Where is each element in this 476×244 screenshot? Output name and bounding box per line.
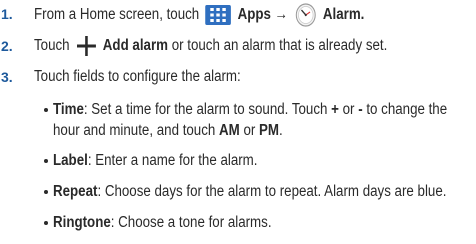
- bullet-term: Repeat: [53, 183, 98, 200]
- step-text-continued: or touch an alarm that is already set.: [171, 37, 388, 55]
- step-text: Touch fields to configure the alarm:: [34, 68, 241, 85]
- step-text: Touch: [34, 37, 70, 55]
- plus-icon: [76, 36, 96, 56]
- bullet-term: Label: [53, 152, 88, 169]
- step-number: 1.: [1, 6, 13, 22]
- apps-label: Apps: [237, 6, 271, 24]
- arrow-symbol: →: [274, 6, 288, 24]
- bullet-dot: [44, 190, 48, 194]
- bullet-term: Ringtone: [53, 214, 111, 231]
- alarm-label: Alarm.: [322, 6, 365, 24]
- clock-icon: [295, 3, 316, 27]
- bullet-dot: [44, 221, 48, 225]
- bullet-dot: [44, 108, 48, 112]
- add-alarm-label: Add alarm: [102, 37, 168, 55]
- bullet-dot: [44, 159, 48, 163]
- step-number: 2.: [1, 38, 13, 54]
- apps-grid-icon: [205, 5, 232, 25]
- bullet-term: Time: [53, 101, 84, 118]
- step-text: From a Home screen, touch: [34, 6, 200, 24]
- step-number: 3.: [1, 69, 13, 85]
